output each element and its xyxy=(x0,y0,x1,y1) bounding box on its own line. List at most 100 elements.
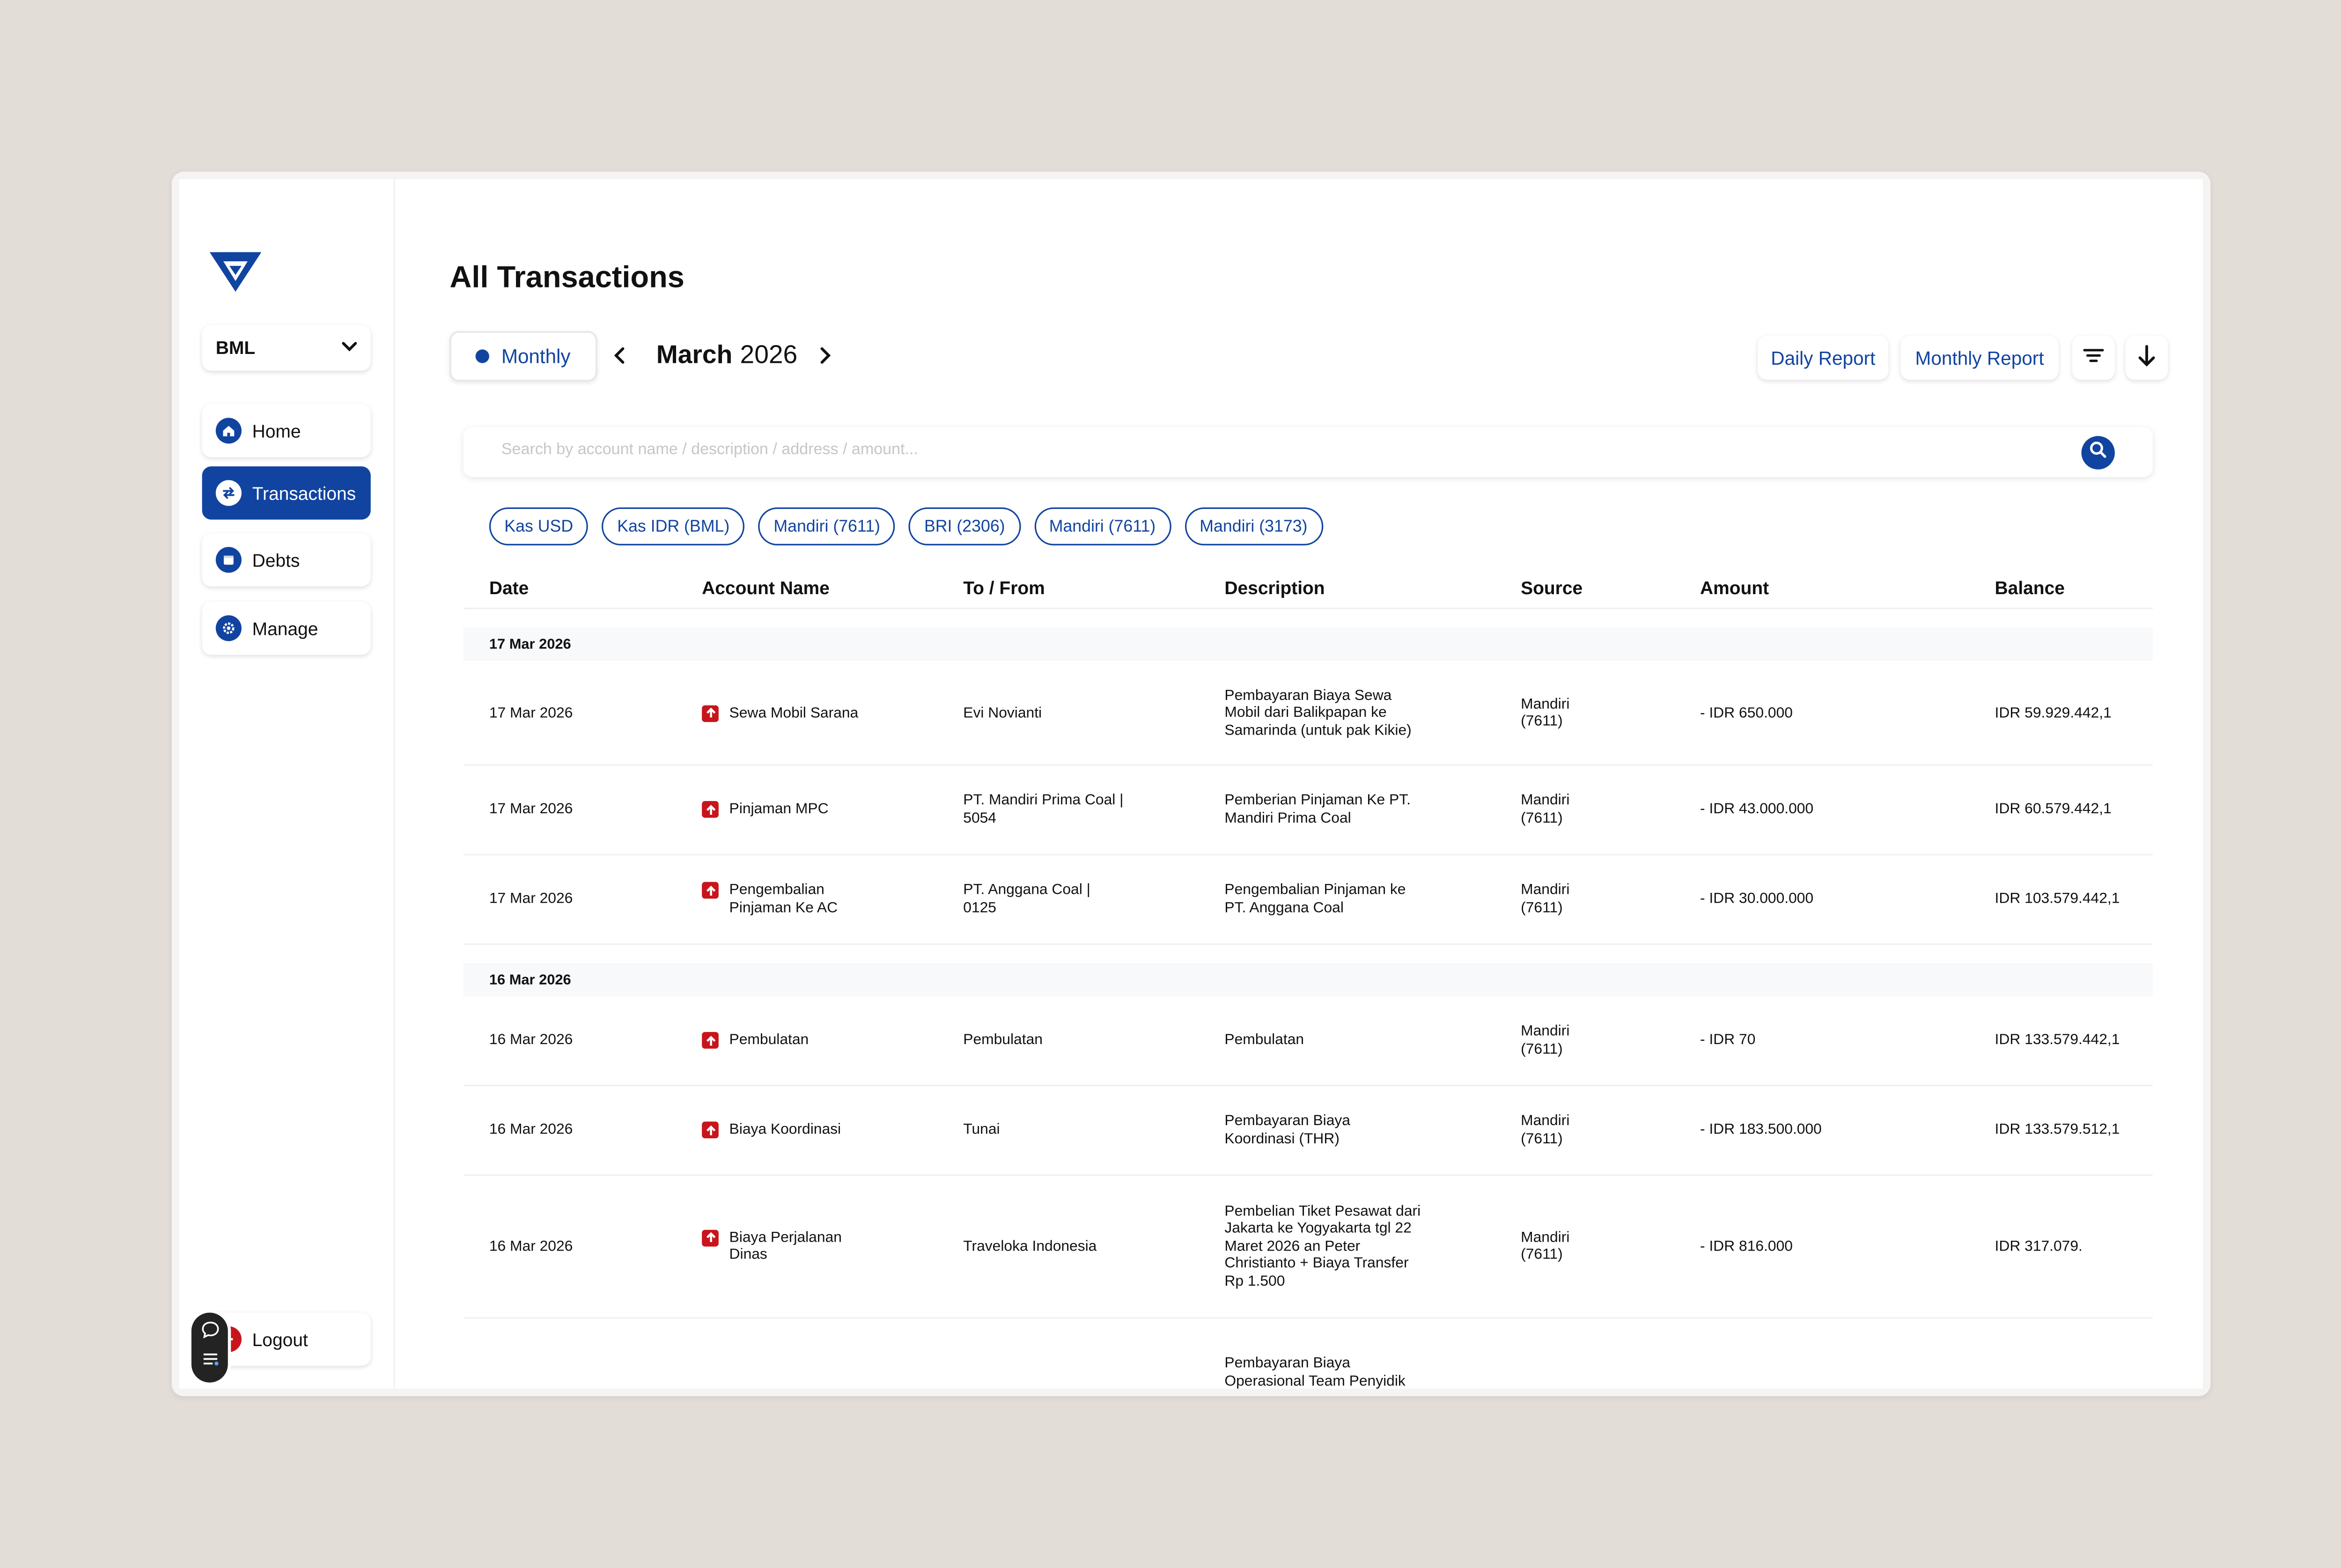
view-mode-label: Monthly xyxy=(501,345,571,368)
row-description: Pembayaran Biaya Koordinasi (THR) xyxy=(1224,1112,1351,1147)
list-menu-icon[interactable] xyxy=(200,1348,220,1376)
row-to-from: Tunai xyxy=(963,1121,1000,1139)
row-account-name: Pinjaman MPC xyxy=(729,801,829,818)
chip-bri-2306[interactable]: BRI (2306) xyxy=(909,507,1021,545)
chip-mandiri-7611[interactable]: Mandiri (7611) xyxy=(758,507,896,545)
nav-debts[interactable]: Debts xyxy=(202,533,371,587)
sidebar: BML Home Transactions Debts Manage Logou… xyxy=(179,179,395,1389)
col-to-from[interactable]: To / From xyxy=(963,577,1045,598)
row-source: Mandiri (7611) xyxy=(1521,1023,1570,1058)
row-source: Mandiri (7611) xyxy=(1521,792,1570,827)
outgoing-arrow-icon xyxy=(702,801,719,818)
company-selector[interactable]: BML xyxy=(202,325,371,370)
col-balance[interactable]: Balance xyxy=(1995,577,2065,598)
search-button[interactable] xyxy=(2081,436,2115,470)
row-balance: IDR 317.079. xyxy=(1995,1237,2083,1255)
row-amount: - IDR 816.000 xyxy=(1700,1237,1793,1255)
wallet-icon xyxy=(215,547,242,573)
row-to-from: Traveloka Indonesia xyxy=(963,1237,1097,1255)
table-row[interactable]: 17 Mar 2026 Pengembalian Pinjaman Ke AC … xyxy=(463,855,2153,945)
row-amount: - IDR 43.000.000 xyxy=(1700,801,1814,818)
filter-lines-icon xyxy=(2083,346,2104,369)
col-account-name[interactable]: Account Name xyxy=(702,577,830,598)
row-amount: - IDR 183.500.000 xyxy=(1700,1121,1822,1139)
transfer-icon xyxy=(215,480,242,506)
row-account: Biaya Koordinasi xyxy=(702,1121,930,1139)
outgoing-arrow-icon xyxy=(702,704,719,721)
brand-logo-icon[interactable] xyxy=(206,246,264,295)
view-mode-toggle[interactable]: Monthly xyxy=(449,331,597,382)
outgoing-arrow-icon xyxy=(702,1229,719,1246)
row-to-from: Evi Novianti xyxy=(963,704,1042,721)
table-row[interactable]: Pembayaran Biaya Operasional Team Penyid… xyxy=(464,1319,2153,1389)
row-source: Mandiri (7611) xyxy=(1521,882,1570,916)
table-row[interactable]: 16 Mar 2026 Biaya Koordinasi Tunai Pemba… xyxy=(463,1086,2153,1176)
col-amount[interactable]: Amount xyxy=(1700,577,1769,598)
row-account-name: Biaya Perjalanan Dinas xyxy=(729,1229,842,1264)
nav-debts-label: Debts xyxy=(252,549,300,571)
period-year: 2026 xyxy=(740,340,798,369)
daily-report-button[interactable]: Daily Report xyxy=(1758,336,1889,380)
sort-button[interactable] xyxy=(2125,336,2168,380)
row-source: Mandiri (7611) xyxy=(1521,1229,1570,1264)
chat-bubble-icon[interactable] xyxy=(200,1319,220,1347)
row-date: 17 Mar 2026 xyxy=(489,891,573,908)
row-account-name: Sewa Mobil Sarana xyxy=(729,704,859,721)
home-icon xyxy=(215,418,242,444)
chip-mandiri-3173[interactable]: Mandiri (3173) xyxy=(1184,507,1323,545)
search-input[interactable] xyxy=(498,439,2018,461)
table-row[interactable]: 16 Mar 2026 Biaya Perjalanan Dinas Trave… xyxy=(463,1176,2153,1319)
page-title: All Transactions xyxy=(449,261,685,295)
row-balance: IDR 133.579.512,1 xyxy=(1995,1121,2120,1139)
chat-widget[interactable] xyxy=(188,1310,231,1386)
row-description: Pembulatan xyxy=(1224,1032,1304,1049)
row-account: Pinjaman MPC xyxy=(702,801,930,818)
row-account: Pembulatan xyxy=(702,1032,930,1049)
row-to-from: PT. Anggana Coal | 0125 xyxy=(963,882,1090,916)
row-to-from: PT. Mandiri Prima Coal | 5054 xyxy=(963,792,1124,827)
nav-transactions[interactable]: Transactions xyxy=(202,466,371,520)
row-balance: IDR 103.579.442,1 xyxy=(1995,891,2120,908)
arrow-down-icon xyxy=(2138,344,2156,371)
date-group-header: 16 Mar 2026 xyxy=(463,963,2153,997)
table-row[interactable]: 16 Mar 2026 Pembulatan Pembulatan Pembul… xyxy=(463,997,2153,1087)
nav-manage[interactable]: Manage xyxy=(202,601,371,655)
row-date: 16 Mar 2026 xyxy=(489,1237,573,1255)
nav-home[interactable]: Home xyxy=(202,404,371,457)
row-amount: - IDR 30.000.000 xyxy=(1700,891,1814,908)
outgoing-arrow-icon xyxy=(702,1032,719,1049)
chip-mandiri-7611-b[interactable]: Mandiri (7611) xyxy=(1034,507,1171,545)
chevron-right-icon[interactable] xyxy=(816,346,834,365)
table-row[interactable]: 17 Mar 2026 Sewa Mobil Sarana Evi Novian… xyxy=(463,663,2153,766)
search-icon xyxy=(2089,439,2107,466)
row-description: Pembayaran Biaya Operasional Team Penyid… xyxy=(1224,1355,1406,1389)
chip-kas-usd[interactable]: Kas USD xyxy=(489,507,589,545)
chip-kas-idr-bml[interactable]: Kas IDR (BML) xyxy=(602,507,745,545)
row-description: Pembayaran Biaya Sewa Mobil dari Balikpa… xyxy=(1224,687,1412,739)
filter-button[interactable] xyxy=(2072,336,2115,380)
monthly-report-button[interactable]: Monthly Report xyxy=(1900,336,2059,380)
row-amount: - IDR 650.000 xyxy=(1700,704,1793,721)
row-date: 17 Mar 2026 xyxy=(489,801,573,818)
outgoing-arrow-icon xyxy=(702,882,719,899)
row-balance: IDR 133.579.442,1 xyxy=(1995,1032,2120,1049)
table-header: Date Account Name To / From Description … xyxy=(463,577,2153,610)
col-date[interactable]: Date xyxy=(489,577,529,598)
row-balance: IDR 60.579.442,1 xyxy=(1995,801,2112,818)
table-row[interactable]: 17 Mar 2026 Pinjaman MPC PT. Mandiri Pri… xyxy=(463,766,2153,855)
date-group-header: 17 Mar 2026 xyxy=(463,627,2153,661)
col-source[interactable]: Source xyxy=(1521,577,1583,598)
col-description[interactable]: Description xyxy=(1224,577,1325,598)
chevron-left-icon[interactable] xyxy=(611,346,629,365)
row-date: 16 Mar 2026 xyxy=(489,1032,573,1049)
app-stage: BML Home Transactions Debts Manage Logou… xyxy=(0,0,2341,1568)
outgoing-arrow-icon xyxy=(702,1121,719,1139)
row-to-from: Pembulatan xyxy=(963,1032,1043,1049)
search-bar xyxy=(463,427,2153,477)
row-description: Pengembalian Pinjaman ke PT. Anggana Coa… xyxy=(1224,882,1406,916)
gear-icon xyxy=(215,615,242,641)
row-account: Sewa Mobil Sarana xyxy=(702,704,930,722)
company-name: BML xyxy=(215,337,256,359)
row-description: Pembelian Tiket Pesawat dari Jakarta ke … xyxy=(1224,1203,1421,1290)
radio-dot-icon xyxy=(475,349,489,363)
